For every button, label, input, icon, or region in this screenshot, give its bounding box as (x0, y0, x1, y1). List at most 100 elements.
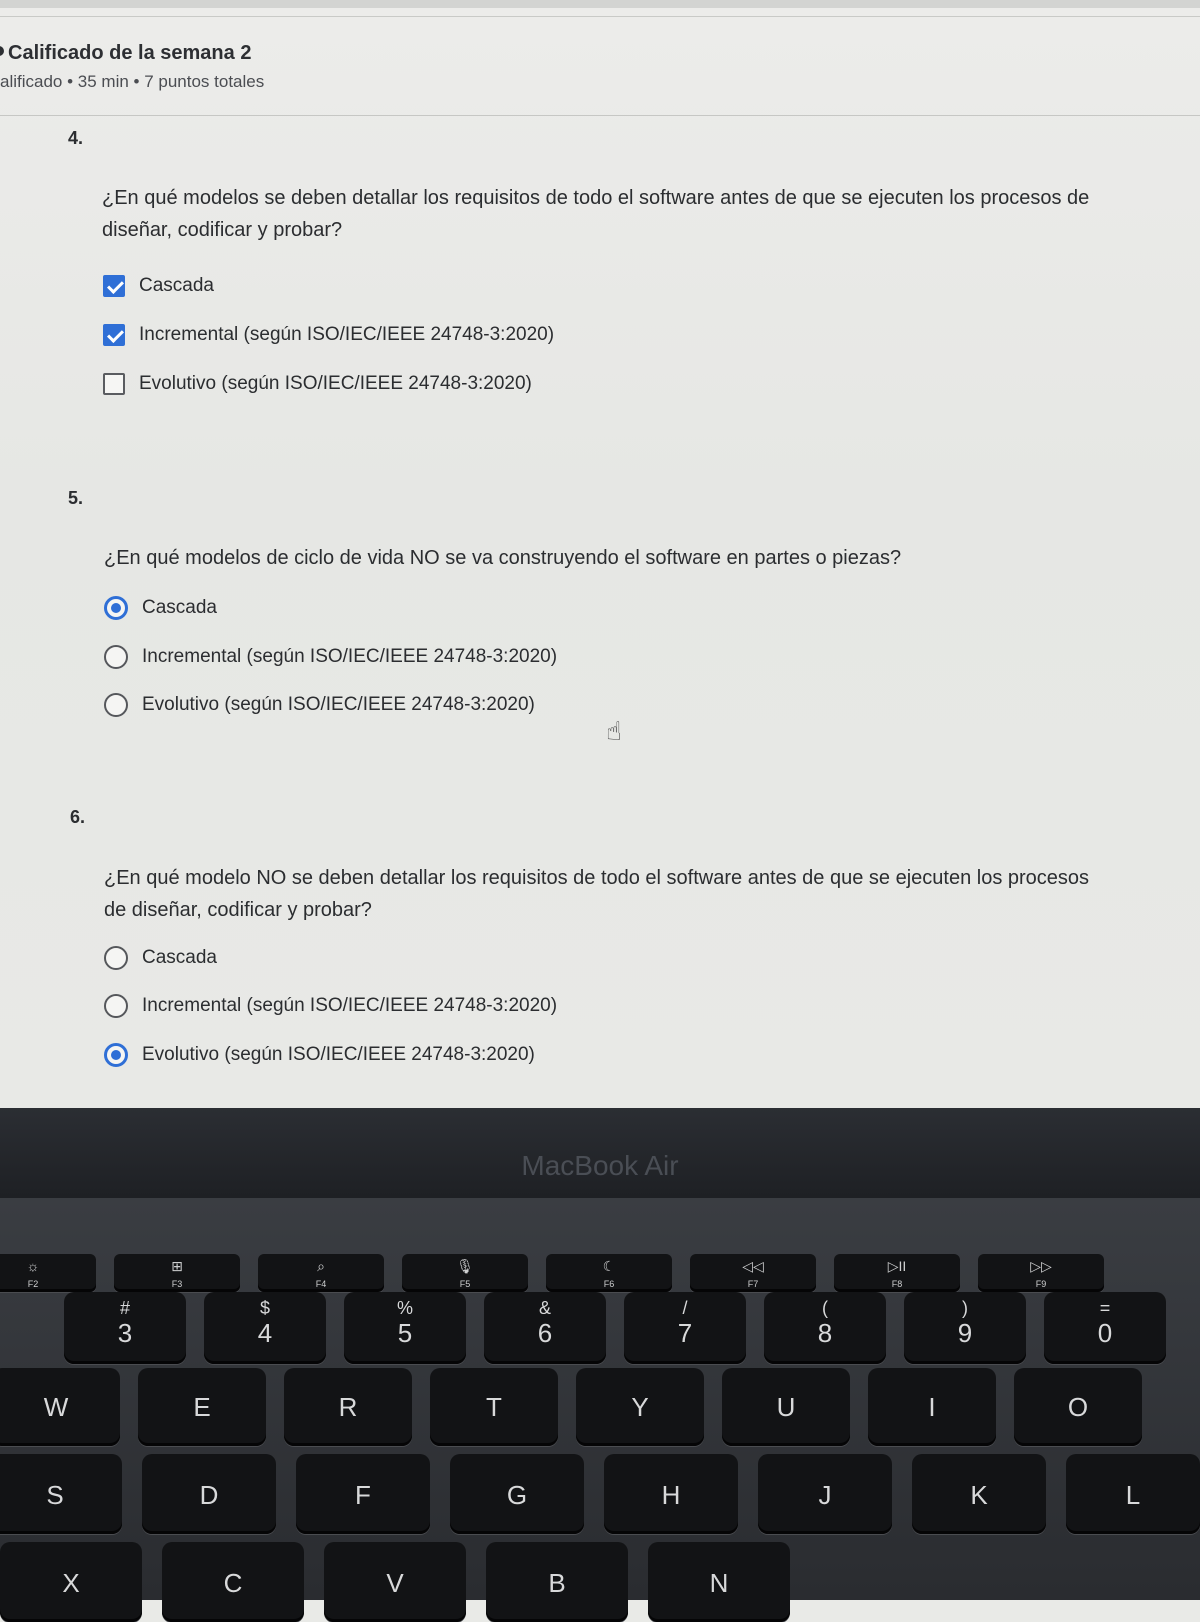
key-label: U (776, 1392, 796, 1422)
number-key[interactable]: /7 (624, 1292, 746, 1364)
checkbox-checked[interactable] (103, 324, 125, 346)
letter-key[interactable]: G (450, 1454, 584, 1534)
browser-screen: Calificado de la semana 2 alificado • 35… (0, 0, 1200, 1108)
answer-option[interactable]: Incremental (según ISO/IEC/IEEE 24748-3:… (104, 642, 557, 672)
key-label: K (970, 1480, 988, 1510)
radio-unselected[interactable] (104, 994, 128, 1018)
question-text: ¿En qué modelos se deben detallar los re… (102, 187, 1090, 241)
function-key-icon: ☾ (602, 1258, 616, 1274)
letter-key[interactable]: H (604, 1454, 738, 1534)
letter-key[interactable]: E (138, 1368, 266, 1446)
key-label: F3 (171, 1279, 183, 1289)
number-key[interactable]: (8 (764, 1292, 886, 1364)
key-label: F5 (459, 1279, 471, 1289)
key-label: F2 (27, 1279, 39, 1289)
function-key[interactable]: ⌕ F4 (258, 1254, 384, 1292)
key-label: & (538, 1298, 551, 1318)
function-key[interactable]: ☾ F6 (546, 1254, 672, 1292)
key-label: Y (631, 1392, 649, 1422)
letter-key[interactable]: V (324, 1542, 466, 1622)
letter-key[interactable]: J (758, 1454, 892, 1534)
question-text: ¿En qué modelo NO se deben detallar los … (104, 867, 1090, 921)
letter-key[interactable]: K (912, 1454, 1046, 1534)
function-key[interactable]: ☼ F2 (0, 1254, 96, 1292)
letter-key[interactable]: X (0, 1542, 142, 1622)
checkbox-unchecked[interactable] (103, 373, 125, 395)
function-key-icon: ⌕ (317, 1258, 325, 1274)
letter-key[interactable]: Y (576, 1368, 704, 1446)
brand-label: MacBook Air (521, 1150, 679, 1181)
key-label: F6 (603, 1279, 615, 1289)
answer-option[interactable]: Cascada (104, 943, 217, 973)
quiz-meta: alificado • 35 min • 7 puntos totales (0, 72, 265, 91)
answer-label: Cascada (139, 275, 214, 296)
answer-label: Cascada (142, 597, 217, 618)
key-label: L (1125, 1480, 1141, 1510)
answer-option[interactable]: Cascada (103, 271, 214, 301)
radio-unselected[interactable] (104, 693, 128, 717)
top-strip (0, 0, 1200, 8)
number-key[interactable]: #3 (64, 1292, 186, 1364)
number-key[interactable]: = 0 (1044, 1292, 1166, 1364)
letter-key[interactable]: S (0, 1454, 122, 1534)
letter-key[interactable]: N (648, 1542, 790, 1622)
checkbox-checked[interactable] (103, 275, 125, 297)
function-key-icon: ⊞ (171, 1258, 183, 1274)
answer-label: Incremental (según ISO/IEC/IEEE 24748-3:… (142, 646, 558, 667)
key-label: G (506, 1480, 528, 1510)
answer-label: Incremental (según ISO/IEC/IEEE 24748-3:… (142, 995, 558, 1016)
question-number: 5. (68, 488, 84, 508)
answer-option[interactable]: Evolutivo (según ISO/IEC/IEEE 24748-3:20… (104, 1040, 535, 1070)
letter-key[interactable]: W (0, 1368, 120, 1446)
letter-key[interactable]: O (1014, 1368, 1142, 1446)
answer-label: Incremental (según ISO/IEC/IEEE 24748-3:… (139, 324, 555, 345)
function-key[interactable]: ▷▷ F9 (978, 1254, 1104, 1292)
answer-label: Cascada (142, 947, 217, 968)
function-key[interactable]: ⊞ F3 (114, 1254, 240, 1292)
key-label: R (338, 1392, 358, 1422)
key-label: S (46, 1480, 64, 1510)
key-label: F9 (1035, 1279, 1047, 1289)
key-label: $ (259, 1298, 270, 1318)
answer-option[interactable]: Evolutivo (según ISO/IEC/IEEE 24748-3:20… (103, 369, 532, 399)
answer-option[interactable]: Cascada (104, 593, 217, 623)
number-key[interactable]: & 6 (484, 1292, 606, 1364)
key-label: 9 (957, 1318, 973, 1348)
letter-key[interactable]: T (430, 1368, 558, 1446)
key-label: I (928, 1392, 936, 1422)
function-key-icon: ▷▷ (1030, 1258, 1052, 1274)
letter-key[interactable]: F (296, 1454, 430, 1534)
key-label: 0 (1097, 1318, 1113, 1348)
function-key-icon: ◁◁ (742, 1258, 764, 1274)
radio-unselected[interactable] (104, 946, 128, 970)
key-label: 6 (537, 1318, 553, 1348)
letter-key[interactable]: C (162, 1542, 304, 1622)
radio-selected[interactable] (104, 596, 128, 620)
question-text: ¿En qué modelos de ciclo de vida NO se v… (104, 547, 902, 569)
quiz-title: Calificado de la semana 2 (0, 42, 252, 64)
letter-key[interactable]: L (1066, 1454, 1200, 1534)
function-key-icon: ☼ (26, 1258, 40, 1274)
function-key[interactable]: ◁◁ F7 (690, 1254, 816, 1292)
key-label: X (62, 1568, 80, 1598)
key-label: H (661, 1480, 681, 1510)
key-label: B (548, 1568, 566, 1598)
letter-key[interactable]: I (868, 1368, 996, 1446)
function-key[interactable]: ▷II F8 (834, 1254, 960, 1292)
divider (0, 115, 1200, 116)
number-key[interactable]: % 5 (344, 1292, 466, 1364)
letter-key[interactable]: D (142, 1454, 276, 1534)
function-key[interactable]: 🎙 F5 (402, 1254, 528, 1292)
letter-key[interactable]: R (284, 1368, 412, 1446)
radio-unselected[interactable] (104, 645, 128, 669)
key-label: D (199, 1480, 219, 1510)
number-key[interactable]: ) 9 (904, 1292, 1026, 1364)
answer-option[interactable]: Incremental (según ISO/IEC/IEEE 24748-3:… (104, 991, 557, 1021)
key-label: % (396, 1298, 413, 1318)
number-key[interactable]: $4 (204, 1292, 326, 1364)
answer-option[interactable]: Evolutivo (según ISO/IEC/IEEE 24748-3:20… (104, 690, 535, 720)
radio-selected[interactable] (104, 1043, 128, 1067)
letter-key[interactable]: B (486, 1542, 628, 1622)
letter-key[interactable]: U (722, 1368, 850, 1446)
answer-option[interactable]: Incremental (según ISO/IEC/IEEE 24748-3:… (103, 320, 554, 350)
